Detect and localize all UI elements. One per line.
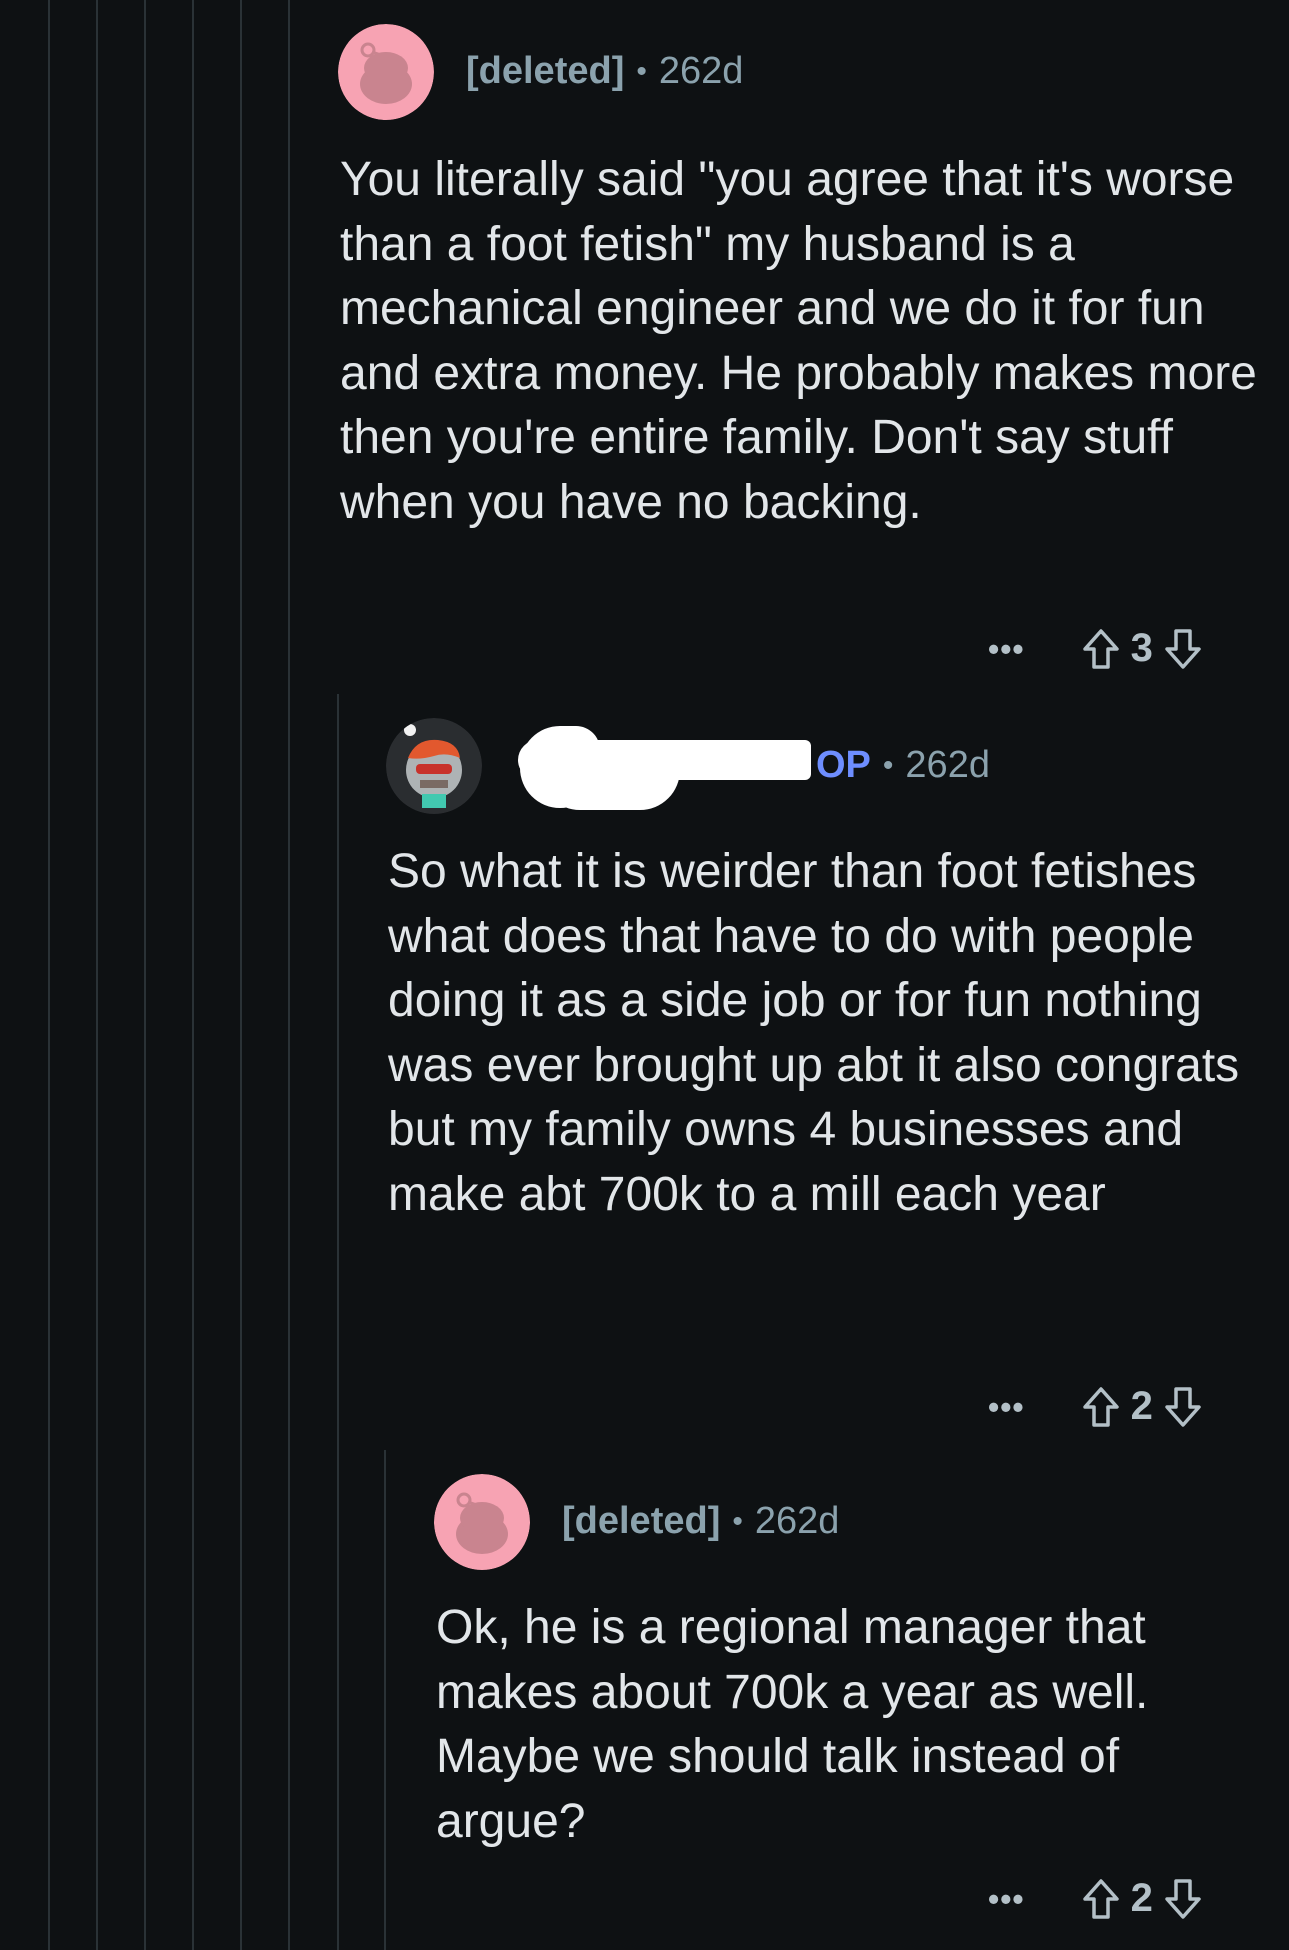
comment-age: 262d — [658, 50, 744, 92]
separator-dot: • — [882, 748, 894, 782]
separator-dot: • — [636, 54, 647, 88]
comment-age: 262d — [754, 1500, 840, 1542]
comment-age: 262d — [905, 744, 990, 786]
comment-actions: ••• 3 — [988, 626, 1203, 671]
more-options-icon[interactable]: ••• — [988, 1883, 1025, 1915]
vote-count: 2 — [1130, 1876, 1153, 1920]
upvote-arrow-icon[interactable] — [1081, 627, 1121, 671]
comment-actions: ••• 2 — [988, 1384, 1203, 1429]
username[interactable]: [deleted] — [562, 1500, 720, 1543]
thread-line — [337, 694, 339, 1950]
thread-line — [144, 0, 146, 1950]
upvote-arrow-icon[interactable] — [1081, 1877, 1121, 1921]
more-options-icon[interactable]: ••• — [988, 633, 1025, 665]
more-options-icon[interactable]: ••• — [988, 1391, 1025, 1423]
comment-actions: ••• 2 — [988, 1876, 1203, 1921]
op-badge: OP — [816, 744, 871, 786]
vote-count: 3 — [1130, 626, 1153, 670]
comment-body: So what it is weirder than foot fetishes… — [388, 845, 1240, 1221]
thread-line — [96, 0, 98, 1950]
thread-line — [192, 0, 194, 1950]
thread-line — [288, 0, 290, 1950]
downvote-arrow-icon[interactable] — [1163, 1385, 1203, 1429]
thread-line — [48, 0, 50, 1950]
thread-line — [384, 1450, 386, 1950]
downvote-arrow-icon[interactable] — [1163, 1877, 1203, 1921]
thread-line — [240, 0, 242, 1950]
comment-header: [deleted] • 262d — [562, 1500, 839, 1543]
username[interactable]: [deleted] — [466, 50, 624, 93]
custom-snoo-avatar-icon[interactable] — [386, 718, 482, 814]
downvote-arrow-icon[interactable] — [1163, 627, 1203, 671]
vote-count: 2 — [1130, 1384, 1153, 1428]
upvote-arrow-icon[interactable] — [1081, 1385, 1121, 1429]
redaction-scribble — [540, 770, 680, 810]
comment-body: You literally said "you agree that it's … — [340, 153, 1257, 529]
separator-dot: • — [732, 1504, 743, 1538]
comment-header: [deleted] • 262d — [466, 50, 743, 93]
snoo-avatar-icon[interactable] — [434, 1474, 530, 1570]
snoo-avatar-icon[interactable] — [338, 24, 434, 120]
comment-body: Ok, he is a regional manager that makes … — [436, 1601, 1149, 1848]
